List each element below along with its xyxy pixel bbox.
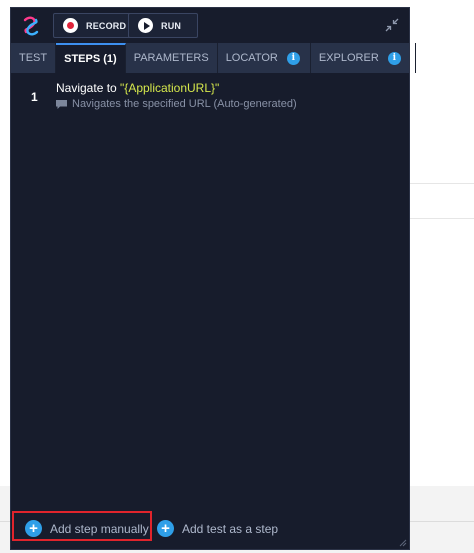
background-divider (410, 218, 474, 219)
add-step-label: Add step manually (50, 521, 149, 536)
tab-explorer[interactable]: EXPLORER i (311, 43, 416, 73)
step-description: Navigates the specified URL (Auto-genera… (56, 98, 297, 110)
collapse-icon[interactable] (385, 18, 399, 32)
info-icon[interactable]: i (286, 51, 300, 65)
tab-test[interactable]: TEST (11, 43, 57, 73)
app-logo-icon (23, 16, 39, 36)
tab-steps[interactable]: STEPS (1) (56, 43, 126, 73)
run-button[interactable]: RUN (128, 13, 198, 38)
record-label: RECORD (86, 20, 127, 31)
plus-icon: + (25, 520, 42, 537)
tab-parameters[interactable]: PARAMETERS (126, 43, 218, 73)
tab-bar: TEST STEPS (1) PARAMETERS LOCATOR i EXPL… (11, 43, 416, 73)
plus-icon: + (157, 520, 174, 537)
step-action: Navigate to (56, 81, 117, 95)
background-divider (410, 183, 474, 184)
step-number: 1 (31, 90, 38, 104)
comment-icon (56, 99, 67, 109)
play-icon (138, 18, 153, 33)
step-title: Navigate to "{ApplicationURL}" (56, 81, 219, 95)
record-button[interactable]: RECORD (53, 13, 133, 38)
info-icon[interactable]: i (387, 51, 401, 65)
run-label: RUN (161, 20, 182, 31)
add-test-label: Add test as a step (182, 521, 279, 536)
tab-locator[interactable]: LOCATOR i (218, 43, 311, 73)
add-test-as-step-button[interactable]: + Add test as a step (157, 520, 278, 537)
step-actions: + Add step manually + Add test as a step (11, 513, 409, 547)
record-icon (63, 18, 78, 33)
resize-handle-icon[interactable] (399, 539, 407, 547)
step-parameter: "{ApplicationURL}" (120, 81, 220, 95)
recorder-panel: RECORD RUN TEST STEPS (1) PARAMETERS LOC… (10, 7, 416, 550)
add-step-manually-button[interactable]: + Add step manually (25, 520, 149, 537)
toolbar: RECORD RUN (11, 8, 409, 42)
